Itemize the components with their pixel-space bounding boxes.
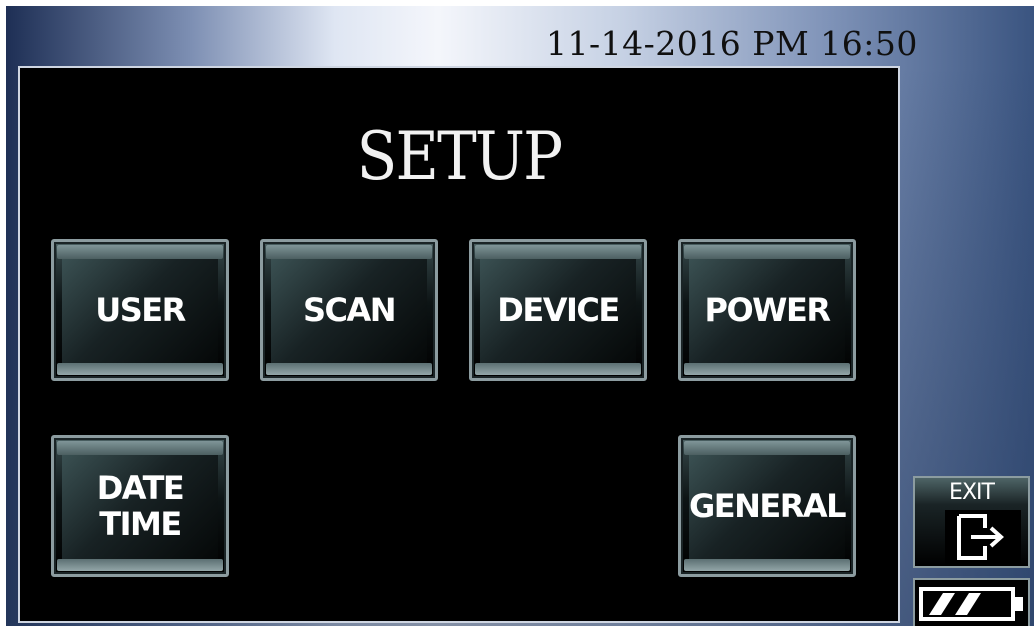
date-time-button[interactable]: DATE TIME (51, 435, 229, 577)
exit-door-arrow-icon (945, 510, 1021, 564)
device-button[interactable]: DEVICE (469, 239, 647, 381)
battery-segment (929, 593, 955, 615)
general-button[interactable]: GENERAL (678, 435, 856, 577)
exit-button[interactable]: EXIT (913, 476, 1030, 568)
battery-indicator (913, 578, 1030, 626)
user-button[interactable]: USER (51, 239, 229, 381)
device-button-label: DEVICE (497, 291, 620, 329)
date-time-button-label: DATE TIME (96, 469, 185, 543)
battery-icon (919, 587, 1023, 621)
power-button[interactable]: POWER (678, 239, 856, 381)
battery-segment (955, 593, 981, 615)
user-button-label: USER (95, 291, 186, 329)
setup-screen: SETUP USER SCAN DEVICE POWER DATE TIME G… (18, 66, 900, 623)
device-frame: 11-14-2016 PM 16:50 SETUP USER SCAN DEVI… (6, 6, 1034, 626)
scan-button-label: SCAN (302, 291, 397, 329)
scan-button[interactable]: SCAN (260, 239, 438, 381)
exit-button-label: EXIT (949, 480, 995, 505)
power-button-label: POWER (704, 291, 831, 329)
general-button-label: GENERAL (688, 487, 847, 525)
page-title: SETUP (356, 118, 564, 195)
datetime-display: 11-14-2016 PM 16:50 (546, 24, 918, 63)
